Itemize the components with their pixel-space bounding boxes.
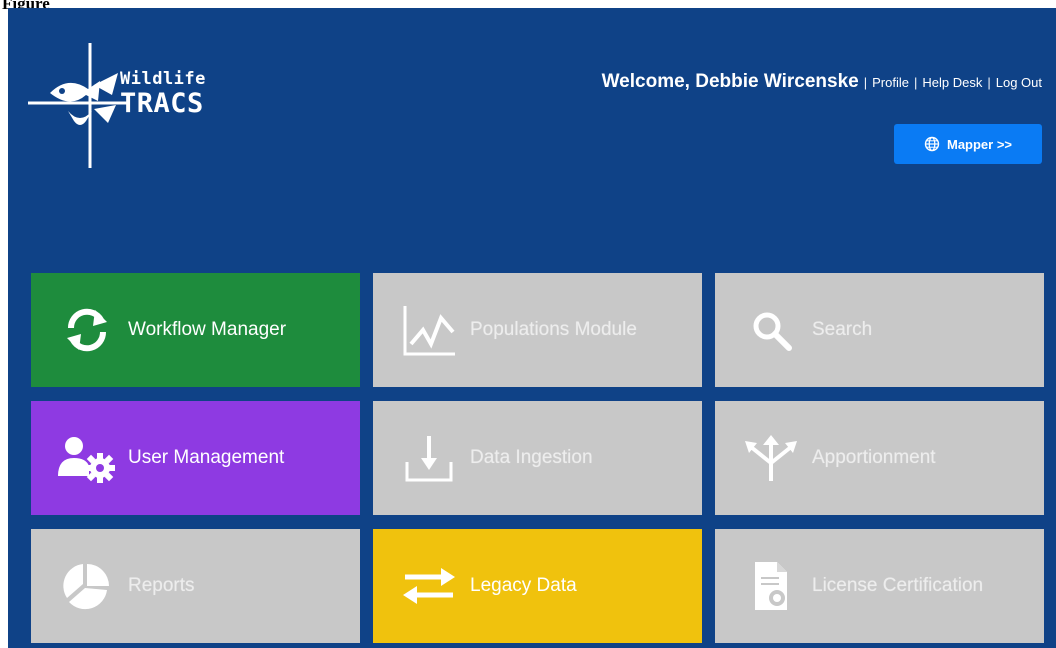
split-arrows-icon [739,426,803,490]
tile-reports[interactable]: Reports [31,529,360,643]
tile-label: Populations Module [470,319,637,340]
magnifier-icon [739,298,803,362]
nav-separator: | [913,75,918,90]
tile-user-management[interactable]: User Management [31,401,360,515]
tile-data-ingestion[interactable]: Data Ingestion [373,401,702,515]
crosshair-fish-icon [28,43,128,168]
mapper-button[interactable]: Mapper >> [894,124,1042,164]
tile-label: License Certification [812,575,984,596]
logo-wordmark: Wildlife TRACS [120,69,206,119]
wildlife-tracs-logo[interactable]: Wildlife TRACS [28,43,233,168]
tile-label: Workflow Manager [128,319,287,340]
tile-label: Reports [128,575,195,596]
swap-arrows-icon [397,554,461,618]
logo-line-1: Wildlife [120,69,206,89]
tile-search[interactable]: Search [715,273,1044,387]
tile-apportionment[interactable]: Apportionment [715,401,1044,515]
nav-separator: | [863,75,868,90]
tile-license-certification[interactable]: License Certification [715,529,1044,643]
logo-line-2: TRACS [120,88,204,119]
refresh-icon [55,298,119,362]
tile-label: Search [812,319,873,340]
user-gear-icon [55,426,119,490]
tile-legacy-data[interactable]: Legacy Data [373,529,702,643]
globe-icon [924,136,940,152]
pie-chart-icon [55,554,119,618]
certificate-document-icon [739,554,803,618]
tile-label: Apportionment [812,447,936,468]
tile-populations-module[interactable]: Populations Module [373,273,702,387]
log-out-link[interactable]: Log Out [996,75,1042,90]
tile-label: Data Ingestion [470,447,593,468]
nav-separator: | [987,75,991,90]
tile-label: User Management [128,447,285,468]
help-desk-link[interactable]: Help Desk [922,75,982,90]
tile-workflow-manager[interactable]: Workflow Manager [31,273,360,387]
user-nav: Welcome, Debbie Wircenske | Profile | He… [602,71,1042,93]
line-chart-icon [397,298,461,362]
welcome-text: Welcome, Debbie Wircenske [601,71,859,92]
tile-label: Legacy Data [470,575,577,596]
app-frame: Wildlife TRACS Welcome, Debbie Wircenske… [8,8,1056,648]
profile-link[interactable]: Profile [872,75,909,90]
download-tray-icon [397,426,461,490]
mapper-button-label: Mapper >> [946,136,1013,152]
